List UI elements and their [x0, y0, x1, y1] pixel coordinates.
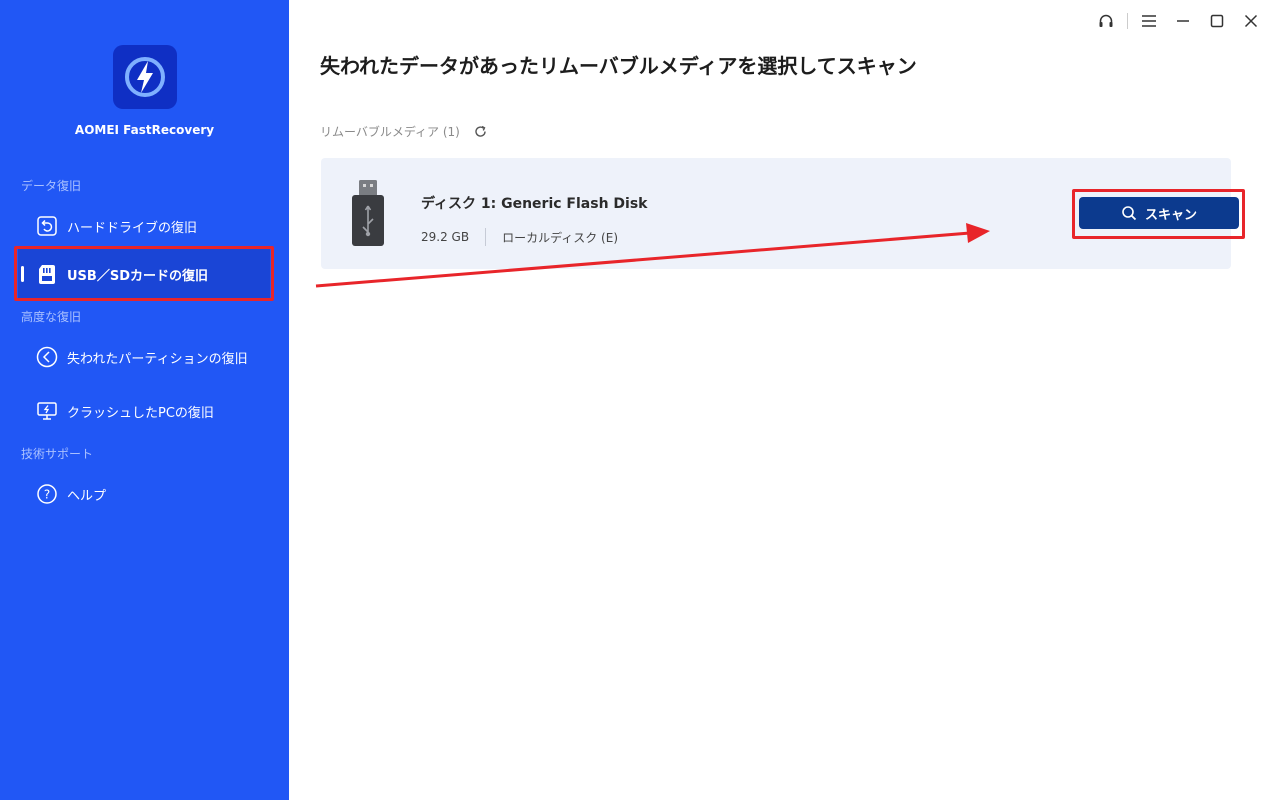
sidebar: AOMEI FastRecovery データ復旧 ハードドライブの復旧 USB／… [0, 0, 289, 800]
app-name: AOMEI FastRecovery [74, 123, 215, 137]
section-label-data-recovery: データ復旧 [21, 179, 82, 193]
lightning-icon [125, 57, 165, 97]
main-panel: 失われたデータがあったリムーバブルメディアを選択してスキャン リムーバブルメディ… [289, 0, 1280, 800]
usb-drive-icon [351, 180, 385, 250]
refresh-button[interactable] [474, 125, 488, 139]
support-button[interactable] [1089, 10, 1123, 32]
device-size: 29.2 GB [421, 230, 470, 244]
headset-icon [1099, 14, 1113, 27]
close-button[interactable] [1234, 10, 1268, 32]
window-controls-divider [1127, 13, 1128, 29]
maximize-button[interactable] [1200, 10, 1234, 32]
window-controls [1089, 10, 1268, 32]
sidebar-item-label: クラッシュしたPCの復旧 [67, 405, 214, 421]
device-type: ローカルディスク (E) [502, 230, 618, 245]
search-icon [1121, 205, 1137, 221]
scan-button[interactable]: スキャン [1079, 197, 1239, 229]
device-meta: 29.2 GB ローカルディスク (E) [421, 228, 618, 246]
sidebar-item-help[interactable]: ? ヘルプ [18, 469, 270, 519]
menu-button[interactable] [1132, 10, 1166, 32]
menu-icon [1142, 15, 1156, 27]
removable-media-header: リムーバブルメディア (1) [320, 123, 488, 140]
section-label-tech-support: 技術サポート [21, 447, 94, 461]
svg-text:?: ? [44, 488, 50, 502]
section-label-advanced-recovery: 高度な復旧 [21, 310, 82, 324]
removable-media-label: リムーバブルメディア (1) [320, 125, 460, 139]
refresh-icon [475, 125, 487, 137]
sidebar-item-partition-recovery[interactable]: 失われたパーティションの復旧 [18, 332, 270, 382]
device-card[interactable]: ディスク 1: Generic Flash Disk 29.2 GB ローカルデ… [321, 158, 1245, 269]
sidebar-item-label: 失われたパーティションの復旧 [67, 351, 248, 367]
scan-button-label: スキャン [1144, 207, 1197, 223]
sidebar-item-label: ハードドライブの復旧 [67, 220, 198, 236]
device-name: ディスク 1: Generic Flash Disk [421, 196, 648, 212]
partition-icon [36, 346, 58, 368]
sidebar-item-crashed-pc-recovery[interactable]: クラッシュしたPCの復旧 [18, 386, 270, 436]
maximize-icon [1210, 14, 1224, 28]
minimize-button[interactable] [1166, 10, 1200, 32]
sidebar-item-label: ヘルプ [67, 488, 107, 504]
app-logo [113, 45, 177, 109]
minimize-icon [1177, 20, 1189, 22]
sidebar-item-hard-drive-recovery[interactable]: ハードドライブの復旧 [18, 201, 270, 251]
page-title: 失われたデータがあったリムーバブルメディアを選択してスキャン [320, 54, 917, 78]
close-icon [1244, 14, 1258, 28]
active-item-highlight [14, 246, 274, 301]
help-icon: ? [36, 483, 58, 505]
monitor-icon [36, 400, 58, 422]
meta-divider [485, 228, 487, 246]
restore-icon [36, 215, 58, 237]
